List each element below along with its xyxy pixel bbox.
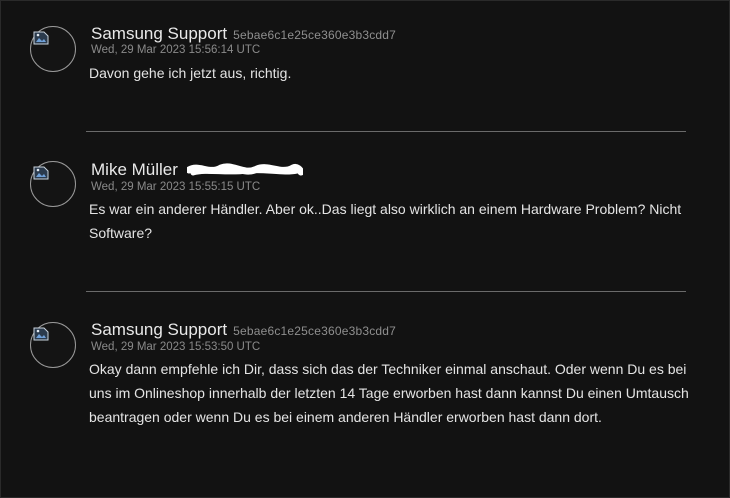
timestamp: Wed, 29 Mar 2023 15:53:50 UTC — [91, 341, 261, 353]
author-name[interactable]: Samsung Support 5ebae6c1e25ce360e3b3cdd7 — [91, 24, 396, 44]
timestamp: Wed, 29 Mar 2023 15:55:15 UTC — [91, 181, 261, 193]
redacted-scribble — [186, 162, 303, 176]
avatar[interactable] — [30, 26, 76, 72]
broken-image-icon — [33, 327, 49, 341]
author-name[interactable]: Mike Müller — [91, 160, 303, 181]
timestamp: Wed, 29 Mar 2023 15:56:14 UTC — [91, 44, 261, 56]
author-name[interactable]: Samsung Support 5ebae6c1e25ce360e3b3cdd7 — [91, 320, 396, 340]
user-id: 5ebae6c1e25ce360e3b3cdd7 — [233, 28, 397, 42]
message-text: Davon gehe ich jetzt aus, richtig. — [89, 65, 292, 81]
avatar[interactable] — [30, 322, 76, 368]
message-text: Okay dann empfehle ich Dir, dass sich da… — [89, 361, 689, 425]
broken-image-icon — [33, 31, 49, 45]
author-name-text[interactable]: Mike Müller — [91, 160, 178, 179]
avatar[interactable] — [30, 161, 76, 207]
author-name-text[interactable]: Samsung Support — [91, 320, 227, 339]
message-text: Es war ein anderer Händler. Aber ok..Das… — [89, 201, 682, 241]
divider — [86, 131, 686, 132]
broken-image-icon — [33, 166, 49, 180]
author-name-text[interactable]: Samsung Support — [91, 24, 227, 43]
divider — [86, 291, 686, 292]
user-id: 5ebae6c1e25ce360e3b3cdd7 — [233, 324, 397, 338]
chat-thread: Samsung Support 5ebae6c1e25ce360e3b3cdd7 … — [0, 0, 730, 498]
